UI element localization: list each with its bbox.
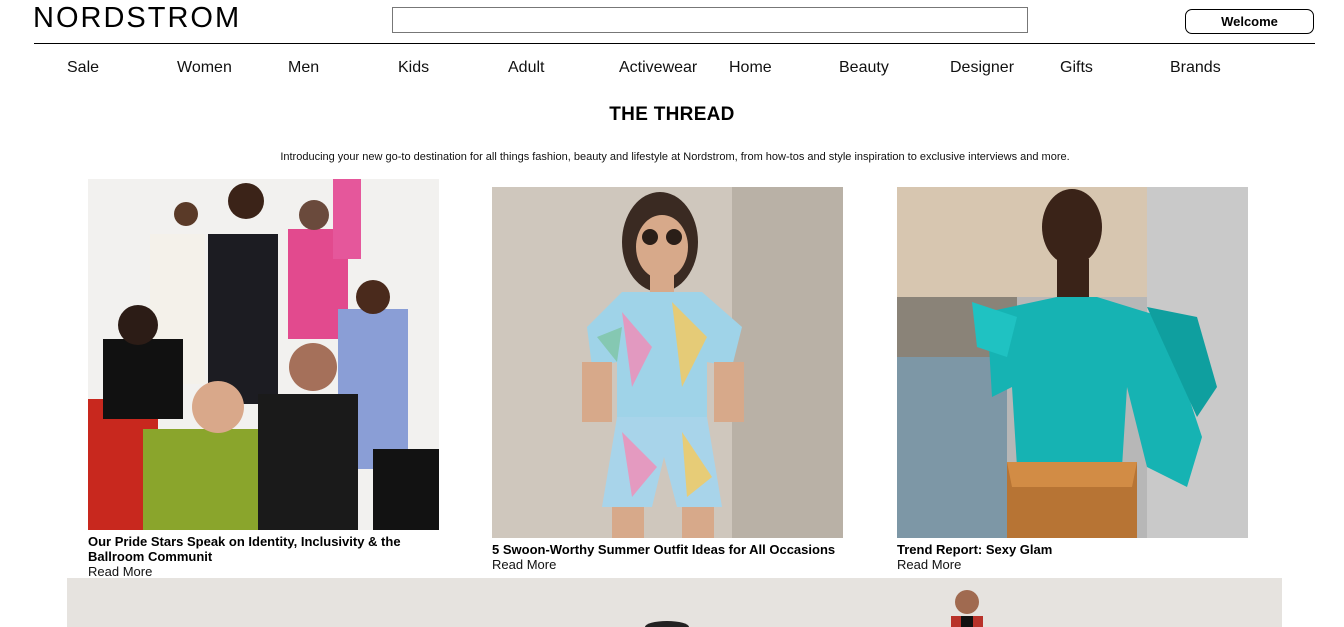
- article-title[interactable]: Trend Report: Sexy Glam: [897, 542, 1227, 557]
- nav-item-sale[interactable]: Sale: [67, 59, 99, 77]
- nav-item-men[interactable]: Men: [288, 59, 319, 77]
- read-more-link[interactable]: Read More: [88, 564, 152, 579]
- nav-item-women[interactable]: Women: [177, 59, 232, 77]
- welcome-button[interactable]: Welcome: [1185, 9, 1314, 34]
- article-title[interactable]: Our Pride Stars Speak on Identity, Inclu…: [88, 534, 418, 564]
- nordstrom-logo[interactable]: NORDSTROM: [33, 2, 241, 35]
- read-more-link[interactable]: Read More: [492, 557, 556, 572]
- nav-item-designer[interactable]: Designer: [950, 59, 1014, 77]
- article-image-summer-outfits[interactable]: [492, 187, 843, 538]
- nav-item-brands[interactable]: Brands: [1170, 59, 1221, 77]
- nav-item-kids[interactable]: Kids: [398, 59, 429, 77]
- nav-item-home[interactable]: Home: [729, 59, 772, 77]
- article-image-pride-stars[interactable]: [88, 179, 439, 530]
- page-title: THE THREAD: [609, 104, 735, 125]
- nav-item-gifts[interactable]: Gifts: [1060, 59, 1093, 77]
- page: NORDSTROM Welcome Sale Women Men Kids Ad…: [0, 0, 1344, 627]
- nav-item-beauty[interactable]: Beauty: [839, 59, 889, 77]
- header-divider: [34, 43, 1315, 44]
- article-image-sexy-glam[interactable]: [897, 187, 1248, 538]
- search-input[interactable]: [392, 7, 1028, 33]
- article-title[interactable]: 5 Swoon-Worthy Summer Outfit Ideas for A…: [492, 542, 843, 557]
- nav-item-adult[interactable]: Adult: [508, 59, 544, 77]
- nav-item-activewear[interactable]: Activewear: [619, 59, 697, 77]
- intro-text: Introducing your new go-to destination f…: [280, 151, 1070, 163]
- featured-banner-image[interactable]: [67, 578, 1282, 627]
- read-more-link[interactable]: Read More: [897, 557, 961, 572]
